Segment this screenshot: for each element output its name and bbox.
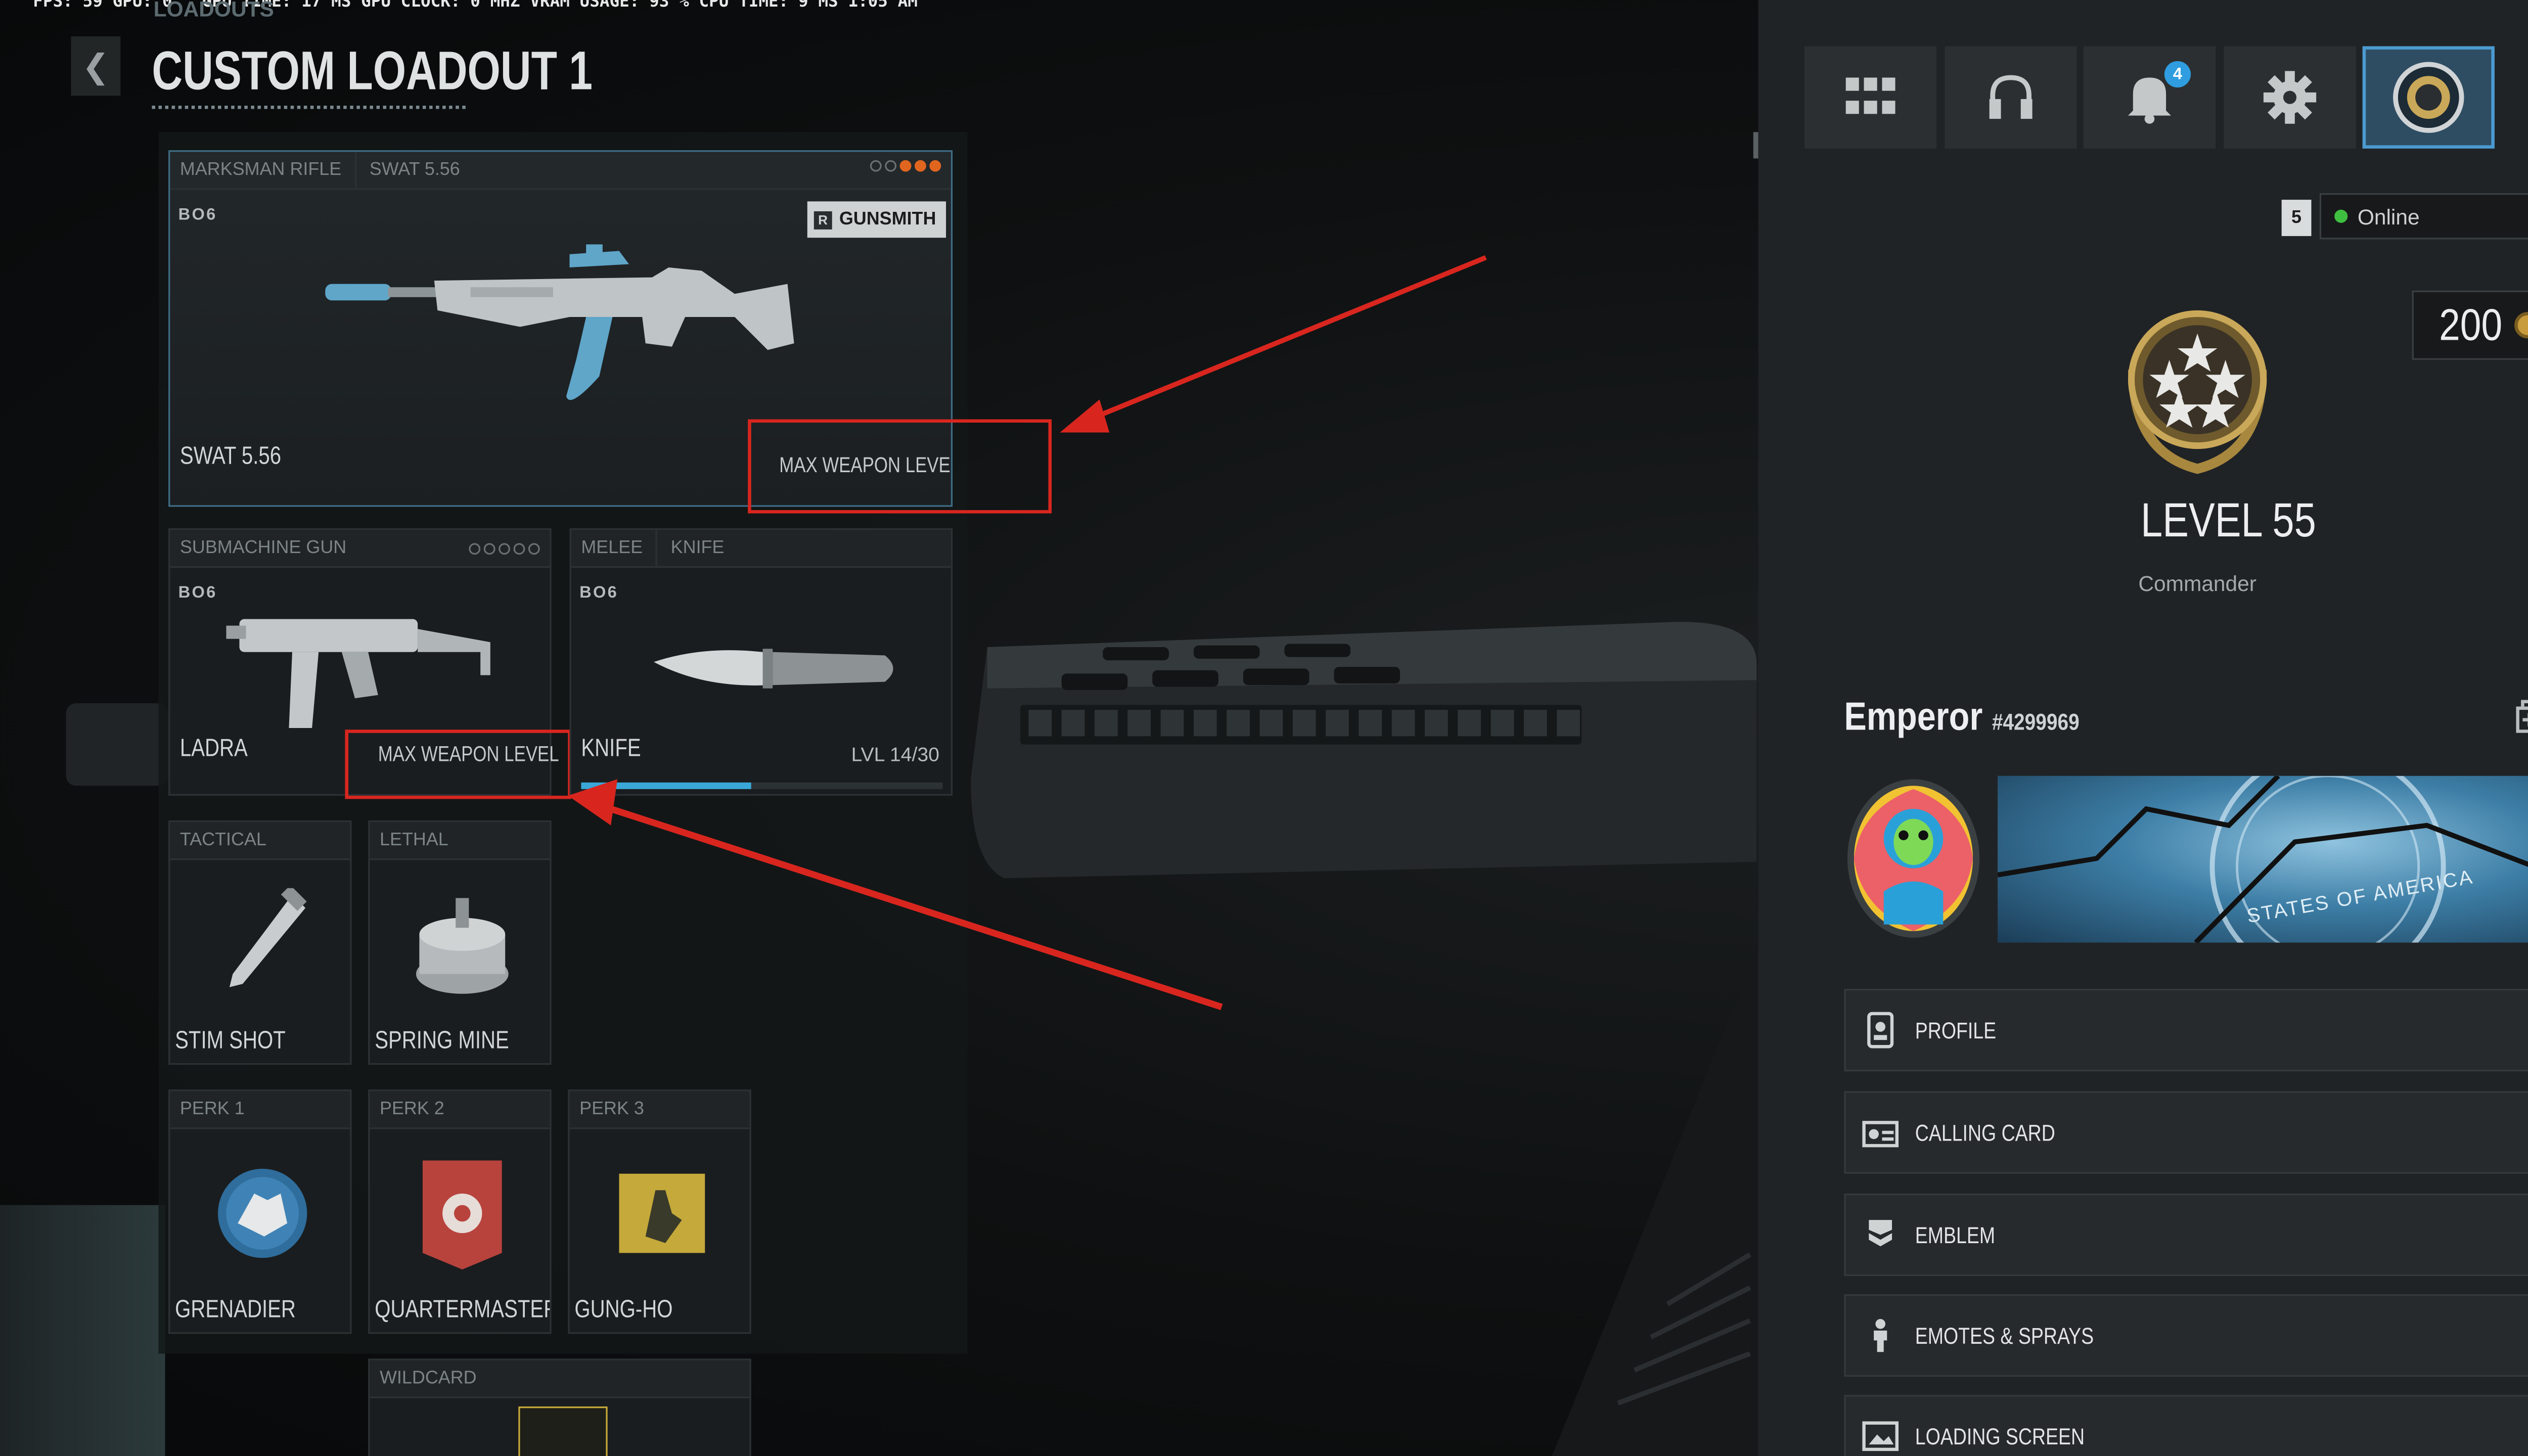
menu-item-label: CALLING CARD	[1915, 1119, 2055, 1146]
progress-dot	[499, 543, 510, 555]
settings-button[interactable]	[2224, 46, 2356, 149]
perk-name: QUARTERMASTER	[375, 1296, 552, 1324]
slot-header: PERK 1	[170, 1091, 350, 1129]
perk-2-slot[interactable]: PERK 2 QUARTERMASTER	[368, 1089, 552, 1334]
progress-dot	[885, 160, 897, 172]
tactical-slot[interactable]: TACTICAL STIM SHOT	[168, 820, 352, 1065]
calling-card[interactable]: STATES OF AMERICA	[1998, 776, 2528, 943]
spring-mine-icon	[416, 898, 509, 994]
wildcard-icon	[518, 1406, 608, 1456]
perk-name: GRENADIER	[175, 1296, 296, 1324]
divider	[1753, 132, 1758, 159]
notification-badge: 4	[2164, 61, 2191, 88]
menu-item-label: LOADING SCREEN	[1915, 1423, 2085, 1449]
slot-header: PERK 2	[370, 1091, 550, 1129]
online-status-dot	[2334, 209, 2348, 223]
screen: FPS: 59 GPU: 0 ° GPU TIME: 17 MS GPU CLO…	[0, 0, 2528, 1456]
slot-header: MARKSMAN RIFLE SWAT 5.56	[170, 152, 951, 190]
progress-dot	[513, 543, 525, 555]
presence-dropdown[interactable]: Online ⌵	[2319, 193, 2528, 240]
equipment-name: STIM SHOT	[175, 1027, 286, 1055]
left-gun-body	[0, 1205, 165, 1456]
gung-ho-perk-icon	[619, 1173, 705, 1253]
weapon-level-status: MAX WEAPON LEVEL	[378, 741, 559, 766]
rank-title: Commander	[2138, 571, 2256, 596]
notifications-button[interactable]	[2083, 46, 2216, 149]
cod-points-icon	[2514, 312, 2528, 339]
presence-value: Online	[2357, 204, 2420, 229]
player-emblem[interactable]	[1844, 776, 1982, 941]
profile-button[interactable]	[2362, 46, 2495, 149]
slot-header: PERK 3	[569, 1091, 750, 1129]
annotation-arrows	[568, 255, 1487, 1011]
lethal-slot[interactable]: LETHAL SPRING MINE	[368, 820, 552, 1065]
menu-item-loading-screen[interactable]: LOADING SCREEN	[1844, 1395, 2528, 1456]
grenadier-perk-icon	[218, 1168, 307, 1258]
stim-shot-icon	[229, 888, 307, 987]
gunsmith-button[interactable]: R GUNSMITH	[806, 201, 946, 238]
breadcrumb: LOADOUTS	[153, 0, 274, 22]
headset-icon	[1989, 75, 2033, 119]
prestige-progress-dots	[870, 160, 941, 172]
back-button[interactable]: ❮	[71, 36, 121, 96]
magazine-shadow	[1552, 924, 1767, 1456]
slot-header: LETHAL	[370, 822, 550, 860]
progress-dot	[483, 543, 495, 555]
emblem-icon	[1846, 1194, 1915, 1276]
perk-1-slot[interactable]: PERK 1 GRENADIER	[168, 1089, 352, 1334]
menu-item-label: EMBLEM	[1915, 1221, 1996, 1248]
progress-dot	[914, 160, 926, 172]
player-level: LEVEL 55	[2140, 495, 2316, 549]
slot-header: WILDCARD	[370, 1360, 750, 1398]
bo6-tag: BO6	[178, 206, 217, 225]
progress-dot	[469, 543, 481, 555]
grid-icon	[1845, 77, 1895, 114]
perk-name: GUNG-HO	[574, 1296, 673, 1324]
copy-id-icon[interactable]	[2516, 700, 2528, 733]
weapon-category: MARKSMAN RIFLE	[179, 160, 342, 180]
menu-item-emblem[interactable]: EMBLEM	[1844, 1193, 2528, 1277]
profile-icon	[1846, 989, 1915, 1071]
progress-dot	[899, 160, 912, 172]
title-underline	[152, 105, 466, 112]
menu-item-profile[interactable]: PROFILE	[1844, 988, 2528, 1072]
grid-menu-button[interactable]	[1804, 46, 1937, 149]
perk-3-slot[interactable]: PERK 3 GUNG-HO	[568, 1089, 751, 1334]
weapon-name: LADRA	[179, 735, 248, 763]
key-hint: R	[813, 210, 833, 229]
cod-points-display[interactable]: 200	[2412, 290, 2528, 360]
party-size-badge: 5	[2281, 200, 2312, 236]
back-arrow-icon: ❮	[81, 49, 110, 85]
progress-dot	[528, 543, 540, 555]
calling-card-icon	[1846, 1091, 1915, 1173]
cod-points-value: 200	[2439, 299, 2502, 349]
progress-dot	[870, 160, 882, 172]
slot-header: TACTICAL	[170, 822, 350, 860]
gear-icon	[2263, 71, 2317, 124]
player-tag: #4299969	[1992, 708, 2080, 735]
profile-badge-icon	[2393, 62, 2464, 133]
weapon-name-header: SWAT 5.56	[369, 160, 460, 180]
loading-screen-icon	[1846, 1395, 1915, 1456]
weapon-name: SWAT 5.56	[179, 442, 282, 471]
progress-dot	[929, 160, 941, 172]
menu-item-label: EMOTES & SPRAYS	[1915, 1322, 2094, 1349]
left-gun-barrel	[66, 703, 169, 786]
menu-item-label: PROFILE	[1915, 1017, 1997, 1043]
prestige-progress-dots	[469, 543, 540, 555]
emote-icon	[1846, 1294, 1915, 1377]
equipment-name: SPRING MINE	[375, 1027, 509, 1055]
quartermaster-perk-icon	[422, 1160, 502, 1270]
ladra-smg-image	[226, 619, 490, 729]
wildcard-slot[interactable]: WILDCARD	[368, 1358, 751, 1456]
party-button[interactable]	[1945, 46, 2077, 149]
page-title: CUSTOM LOADOUT 1	[152, 39, 593, 101]
weapon-category: SUBMACHINE GUN	[179, 538, 347, 558]
bo6-tag: BO6	[178, 584, 217, 603]
menu-item-calling-card[interactable]: CALLING CARD	[1844, 1091, 2528, 1174]
player-name: Emperor #4299969	[1844, 695, 2080, 740]
rank-badge-icon	[2128, 310, 2267, 474]
menu-item-emotes[interactable]: EMOTES & SPRAYS	[1844, 1294, 2528, 1377]
